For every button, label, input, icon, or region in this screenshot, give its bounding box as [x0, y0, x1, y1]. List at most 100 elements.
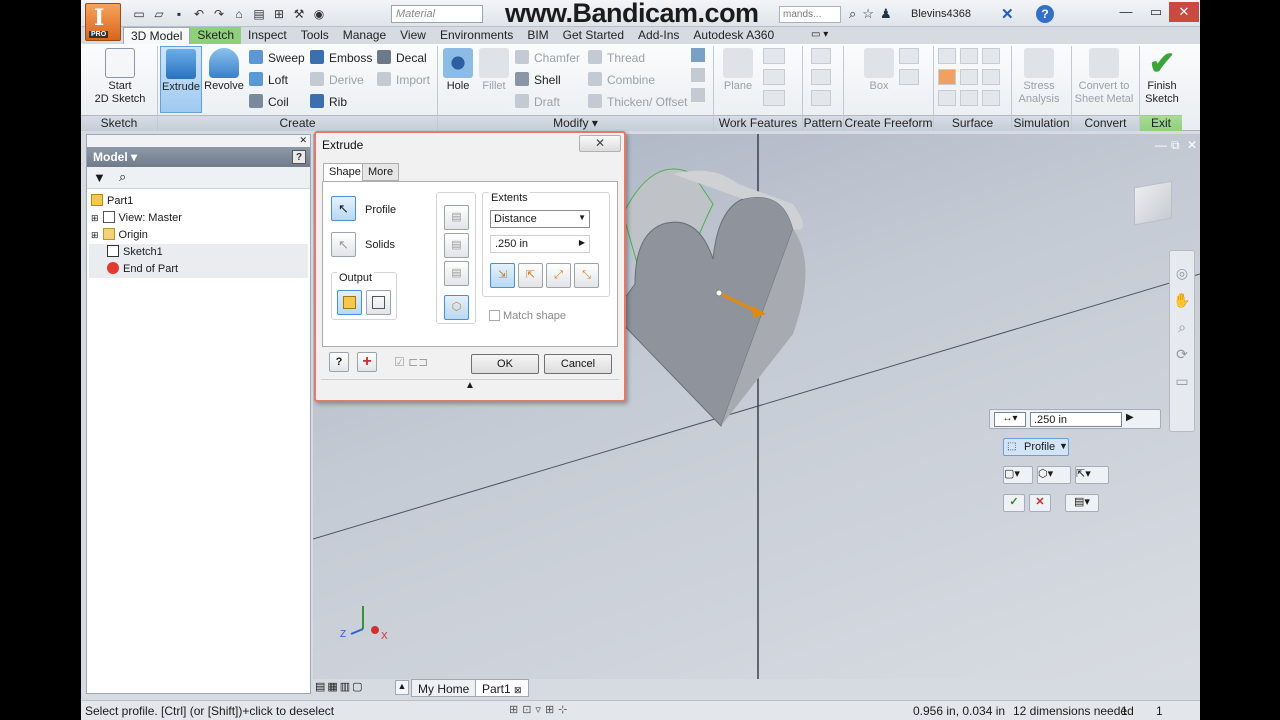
- repair-icon[interactable]: [960, 90, 978, 106]
- cut-button[interactable]: ▤: [444, 233, 469, 258]
- home-icon[interactable]: ⌂: [231, 6, 247, 22]
- axis-icon[interactable]: [763, 48, 785, 64]
- solids-select-button[interactable]: ↖: [331, 232, 356, 257]
- tree-item-view-master[interactable]: ⊞ View: Master: [89, 210, 308, 227]
- revolve-button[interactable]: Revolve: [203, 48, 245, 93]
- stitch-icon[interactable]: [960, 48, 978, 64]
- replace-face-icon[interactable]: [938, 90, 956, 106]
- app-logo[interactable]: I PRO: [85, 3, 121, 41]
- select-icon[interactable]: ⊞: [271, 6, 287, 22]
- join-button[interactable]: ▤: [444, 205, 469, 230]
- zoom-icon[interactable]: ⌕: [1170, 319, 1194, 336]
- mini-options-dropdown[interactable]: ▤▾: [1065, 494, 1099, 512]
- shell-button[interactable]: Shell: [515, 72, 561, 87]
- doc-tab-part1[interactable]: Part1 ⊠: [475, 679, 529, 697]
- rectangular-pattern-icon[interactable]: [811, 48, 831, 64]
- mini-ok-button[interactable]: ✓: [1003, 494, 1025, 512]
- pan-icon[interactable]: ✋: [1170, 292, 1194, 309]
- user-icon[interactable]: ♟: [880, 6, 892, 22]
- material-selector[interactable]: Material: [391, 5, 483, 23]
- doc-tab-my-home[interactable]: My Home: [411, 679, 477, 697]
- minimize-button[interactable]: —: [1111, 2, 1141, 22]
- mini-cancel-button[interactable]: ✕: [1029, 494, 1051, 512]
- command-search-input[interactable]: mands...: [779, 6, 841, 23]
- undo-icon[interactable]: ↶: [191, 6, 207, 22]
- binoculars-icon[interactable]: ⌕: [849, 6, 856, 22]
- viewport-minimize-icon[interactable]: —: [1155, 138, 1167, 152]
- fillet-button[interactable]: Fillet: [477, 48, 511, 93]
- symmetric-button[interactable]: ⤢: [546, 263, 571, 288]
- convert-sheet-metal-button[interactable]: Convert to Sheet Metal: [1073, 48, 1135, 106]
- appearance-icon[interactable]: ◉: [311, 6, 327, 22]
- find-icon[interactable]: ⌕: [119, 169, 126, 185]
- direction-2-button[interactable]: ⇱: [518, 263, 543, 288]
- extrude-button[interactable]: Extrude: [160, 46, 202, 113]
- hole-button[interactable]: Hole: [441, 48, 475, 93]
- tree-item-part1[interactable]: Part1: [89, 193, 308, 210]
- mini-output-dropdown[interactable]: ▢▾: [1003, 466, 1033, 484]
- thicken-offset-button[interactable]: Thicken/ Offset: [588, 94, 687, 109]
- viewcube-face[interactable]: [1134, 180, 1172, 226]
- patch-icon[interactable]: [938, 69, 956, 85]
- coil-button[interactable]: Coil: [249, 94, 289, 109]
- fit-mesh-icon[interactable]: [982, 90, 1000, 106]
- expand-icon[interactable]: ⊞: [91, 213, 99, 223]
- arrow-handle[interactable]: [715, 289, 723, 297]
- freeform-convert-icon[interactable]: [899, 69, 919, 85]
- expand-icon[interactable]: ⊞: [91, 230, 99, 240]
- ribbon-options-icon[interactable]: ▭ ▾: [811, 29, 828, 40]
- chamfer-button[interactable]: Chamfer: [515, 50, 580, 65]
- new-icon[interactable]: ▭: [131, 6, 147, 22]
- dialog-plus-button[interactable]: +: [357, 352, 377, 372]
- freeform-face-icon[interactable]: [899, 48, 919, 64]
- new-solid-button[interactable]: ⬡: [444, 295, 469, 320]
- viewcube[interactable]: [1128, 176, 1178, 228]
- ucs-icon[interactable]: [763, 90, 785, 106]
- tab-autodesk-a360[interactable]: Autodesk A360: [686, 27, 781, 44]
- import-button[interactable]: Import: [377, 72, 430, 87]
- draft-button[interactable]: Draft: [515, 94, 560, 109]
- match-shape-checkbox[interactable]: Match shape: [489, 310, 566, 322]
- close-button[interactable]: ✕: [1169, 2, 1199, 22]
- finish-sketch-button[interactable]: ✔ Finish Sketch: [1142, 47, 1182, 106]
- tab-tools[interactable]: Tools: [294, 27, 336, 44]
- help-button[interactable]: ?: [1036, 5, 1054, 23]
- thicken-surface-icon[interactable]: [938, 48, 956, 64]
- tab-add-ins[interactable]: Add-Ins: [631, 27, 686, 44]
- steering-wheel-icon[interactable]: ◎: [1170, 265, 1194, 282]
- derive-button[interactable]: Derive: [310, 72, 364, 87]
- mini-distance-input[interactable]: .250 in: [1030, 412, 1122, 427]
- combine-button[interactable]: Combine: [588, 72, 655, 87]
- mini-operation-dropdown[interactable]: ⬡▾: [1037, 466, 1071, 484]
- user-name[interactable]: Blevins4368: [911, 8, 971, 20]
- sweep-button[interactable]: Sweep: [249, 50, 305, 65]
- distance-input[interactable]: .250 in ▶: [490, 235, 590, 253]
- direct-edit-icon[interactable]: [691, 88, 705, 102]
- redo-icon[interactable]: ↷: [211, 6, 227, 22]
- tree-item-end-of-part[interactable]: End of Part: [89, 261, 308, 278]
- tab-view[interactable]: View: [393, 27, 433, 44]
- update-icon[interactable]: ⚒: [291, 6, 307, 22]
- tile-layout-icons[interactable]: ▤▦▥▢: [315, 680, 365, 693]
- filter-icon[interactable]: ▼: [93, 170, 106, 185]
- mirror-icon[interactable]: [811, 90, 831, 106]
- box-button[interactable]: Box: [861, 48, 897, 93]
- output-solid-button[interactable]: [337, 290, 362, 315]
- direction-1-button[interactable]: ⇲: [490, 263, 515, 288]
- asymmetric-button[interactable]: ⤡: [574, 263, 599, 288]
- rib-button[interactable]: Rib: [310, 94, 347, 109]
- browser-help-icon[interactable]: ?: [292, 150, 306, 164]
- save-icon[interactable]: ▪: [171, 6, 187, 22]
- viewport-close-icon[interactable]: ✕: [1187, 138, 1197, 152]
- doc-menu-icon[interactable]: ▲: [395, 680, 409, 695]
- delete-face-icon[interactable]: [691, 68, 705, 82]
- close-icon[interactable]: ⊠: [514, 685, 522, 695]
- cancel-button[interactable]: Cancel: [544, 354, 612, 374]
- sculpt-icon[interactable]: [982, 48, 1000, 64]
- mini-profile-button[interactable]: ⬚ Profile ▼: [1003, 438, 1069, 456]
- extend-icon[interactable]: [982, 69, 1000, 85]
- maximize-button[interactable]: ▭: [1141, 2, 1171, 22]
- project-icon[interactable]: ▤: [251, 6, 267, 22]
- panel-modify-label[interactable]: Modify ▾: [438, 115, 713, 131]
- emboss-button[interactable]: Emboss: [310, 50, 372, 65]
